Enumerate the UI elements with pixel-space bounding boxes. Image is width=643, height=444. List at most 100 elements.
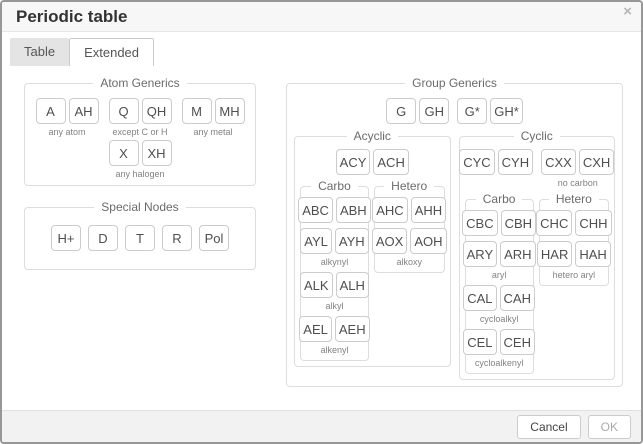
tab-extended[interactable]: Extended	[69, 38, 154, 66]
button-group-any-halogen: X XH any halogen	[109, 140, 172, 179]
button-abc[interactable]: ABC	[298, 197, 333, 223]
atom-generics-row-2: X XH any halogen	[31, 140, 249, 179]
group-generics-legend: Group Generics	[405, 76, 504, 90]
group-caption: hetero aryl	[553, 270, 596, 280]
button-q[interactable]: Q	[109, 98, 139, 124]
acyclic-hetero-legend: Hetero	[384, 179, 434, 193]
button-ach[interactable]: ACH	[373, 149, 408, 175]
acyclic-top-row: ACY ACH	[300, 149, 445, 175]
group-caption: any halogen	[115, 169, 164, 179]
cyclic-hetero-fieldset: Hetero CHC CHH HA	[539, 192, 609, 286]
button-cbh[interactable]: CBH	[501, 210, 536, 236]
button-arh[interactable]: ARH	[500, 241, 535, 267]
button-d[interactable]: D	[88, 225, 118, 251]
group-caption: alkyl	[325, 301, 343, 311]
button-alk[interactable]: ALK	[300, 272, 333, 298]
button-aoh[interactable]: AOH	[410, 228, 446, 254]
dialog-title: Periodic table	[16, 7, 127, 27]
button-aox[interactable]: AOX	[372, 228, 407, 254]
group-caption: alkoxy	[396, 257, 422, 267]
button-har[interactable]: HAR	[537, 241, 572, 267]
cancel-button[interactable]: Cancel	[517, 415, 580, 439]
button-x[interactable]: X	[109, 140, 139, 166]
button-gh-star[interactable]: GH*	[490, 98, 523, 124]
button-chc[interactable]: CHC	[536, 210, 572, 236]
button-alh[interactable]: ALH	[336, 272, 369, 298]
ok-button[interactable]: OK	[588, 415, 631, 439]
button-g[interactable]: G	[386, 98, 416, 124]
button-aeh[interactable]: AEH	[335, 316, 370, 342]
atom-generics-legend: Atom Generics	[93, 76, 186, 90]
button-g-star[interactable]: G*	[457, 98, 487, 124]
cyclic-fieldset: Cyclic CYC CYH CXX CXH	[459, 129, 616, 380]
acyclic-cyclic-row: Acyclic ACY ACH Carbo	[294, 129, 615, 380]
button-mh[interactable]: MH	[215, 98, 245, 124]
button-gh[interactable]: GH	[419, 98, 449, 124]
button-cbc[interactable]: CBC	[462, 210, 497, 236]
button-hah[interactable]: HAH	[575, 241, 610, 267]
dialog-body: Atom Generics A AH any atom Q QH	[2, 66, 641, 410]
special-nodes-legend: Special Nodes	[94, 200, 185, 214]
group-generics-top-row: G GH G* GH*	[294, 98, 615, 124]
dialog-header: Periodic table ×	[2, 2, 641, 32]
special-nodes-fieldset: Special Nodes H+ D T R Pol	[24, 200, 256, 270]
button-cyc[interactable]: CYC	[459, 149, 494, 175]
acyclic-legend: Acyclic	[347, 129, 398, 143]
button-ahh[interactable]: AHH	[411, 197, 446, 223]
button-xh[interactable]: XH	[142, 140, 172, 166]
group-caption: cycloalkyl	[480, 314, 519, 324]
close-icon[interactable]: ×	[623, 4, 632, 19]
button-cah[interactable]: CAH	[500, 285, 535, 311]
button-a[interactable]: A	[36, 98, 66, 124]
button-cyh[interactable]: CYH	[498, 149, 533, 175]
atom-generics-fieldset: Atom Generics A AH any atom Q QH	[24, 76, 256, 186]
group-caption: no carbon	[558, 178, 598, 188]
tab-bar: Table Extended	[2, 32, 641, 66]
acyclic-carbo-fieldset: Carbo ABC ABH AYL	[300, 179, 369, 361]
group-caption: except C or H	[112, 127, 167, 137]
button-ah[interactable]: AH	[69, 98, 99, 124]
button-ceh[interactable]: CEH	[500, 329, 535, 355]
button-ayh[interactable]: AYH	[335, 228, 369, 254]
button-t[interactable]: T	[125, 225, 155, 251]
group-caption: aryl	[492, 270, 507, 280]
button-cxx[interactable]: CXX	[541, 149, 576, 175]
button-chh[interactable]: CHH	[575, 210, 611, 236]
acyclic-carbo-legend: Carbo	[311, 179, 358, 193]
atom-generics-row-1: A AH any atom Q QH except C or H	[31, 98, 249, 137]
button-ary[interactable]: ARY	[463, 241, 498, 267]
button-cel[interactable]: CEL	[463, 329, 496, 355]
button-pol[interactable]: Pol	[199, 225, 229, 251]
cyclic-carbo-legend: Carbo	[476, 192, 523, 206]
group-generics-fieldset: Group Generics G GH G* GH* Acyclic ACY	[286, 76, 623, 387]
cyclic-top-row: CYC CYH CXX CXH no carbon	[465, 149, 610, 188]
button-group-except-c-or-h: Q QH except C or H	[109, 98, 172, 137]
periodic-table-dialog: Periodic table × Table Extended Atom Gen…	[0, 0, 643, 444]
button-qh[interactable]: QH	[142, 98, 172, 124]
cyclic-carbo-fieldset: Carbo CBC CBH ARY	[465, 192, 534, 374]
acyclic-hetero-fieldset: Hetero AHC AHH AO	[374, 179, 445, 273]
group-caption: cycloalkenyl	[475, 358, 524, 368]
button-acy[interactable]: ACY	[336, 149, 371, 175]
tab-table[interactable]: Table	[10, 38, 69, 66]
group-caption: alkynyl	[321, 257, 349, 267]
cyclic-hetero-legend: Hetero	[549, 192, 599, 206]
button-cal[interactable]: CAL	[463, 285, 496, 311]
button-r[interactable]: R	[162, 225, 192, 251]
left-column: Atom Generics A AH any atom Q QH	[24, 76, 256, 270]
button-m[interactable]: M	[182, 98, 212, 124]
button-ael[interactable]: AEL	[299, 316, 332, 342]
button-group-any-metal: M MH any metal	[182, 98, 245, 137]
group-caption: any atom	[48, 127, 85, 137]
cyclic-columns: Carbo CBC CBH ARY	[465, 192, 610, 374]
button-ayl[interactable]: AYL	[300, 228, 332, 254]
button-cxh[interactable]: CXH	[579, 149, 614, 175]
acyclic-fieldset: Acyclic ACY ACH Carbo	[294, 129, 451, 367]
acyclic-columns: Carbo ABC ABH AYL	[300, 179, 445, 361]
button-h-plus[interactable]: H+	[51, 225, 81, 251]
group-caption: alkenyl	[320, 345, 348, 355]
button-group-any-atom: A AH any atom	[36, 98, 99, 137]
button-ahc[interactable]: AHC	[372, 197, 407, 223]
button-abh[interactable]: ABH	[336, 197, 371, 223]
group-caption: any metal	[193, 127, 232, 137]
